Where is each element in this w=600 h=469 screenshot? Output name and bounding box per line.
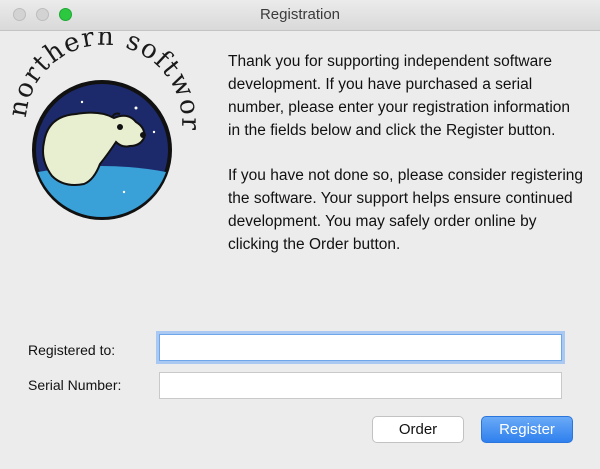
message-paragraph-1: Thank you for supporting independent sof… xyxy=(228,53,571,139)
order-button[interactable]: Order xyxy=(372,416,464,443)
title-bar: Registration xyxy=(0,0,600,31)
registration-window: Registration northern softworks Thank yo… xyxy=(0,0,600,469)
register-button[interactable]: Register xyxy=(481,416,573,443)
message-paragraph-2: If you have not done so, please consider… xyxy=(228,167,584,253)
registered-to-label: Registered to: xyxy=(28,342,116,358)
registration-message: Thank you for supporting independent sof… xyxy=(228,50,584,256)
window-title: Registration xyxy=(259,6,341,23)
serial-number-field[interactable] xyxy=(159,372,562,399)
serial-number-label: Serial Number: xyxy=(28,377,122,393)
northern-softworks-logo: northern softworks xyxy=(4,32,200,220)
registered-to-field[interactable] xyxy=(159,334,562,361)
